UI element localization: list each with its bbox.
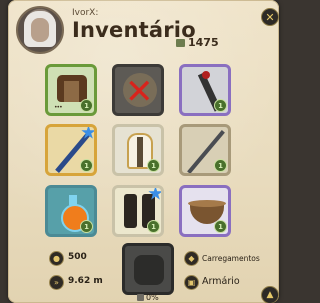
tier-badge: 1 (80, 99, 93, 112)
loadouts-button[interactable]: Carregamentos (202, 254, 260, 263)
speed-icon: » (49, 275, 64, 290)
silver-amount: 500 (68, 252, 87, 262)
inventory-slot-potion[interactable]: 1 (45, 185, 97, 237)
inventory-slot-stew[interactable]: 1 (179, 185, 231, 237)
silver-icon: ● (49, 251, 64, 266)
inventory-slot-boots[interactable]: 1 (112, 185, 164, 237)
tier-badge: 1 (214, 220, 227, 233)
tier-badge: 1 (214, 159, 227, 172)
player-name: IvorX: (72, 8, 99, 18)
tier-badge: 1 (147, 220, 160, 233)
inventory-slot-staff[interactable]: 1 (45, 124, 97, 176)
wardrobe-icon[interactable]: ▣ (184, 275, 199, 290)
scroll-up-button[interactable]: ▲ (261, 286, 279, 303)
inventory-slot-jacket[interactable]: ••• 1 (45, 64, 97, 116)
tier-badge: 1 (80, 220, 93, 233)
speed-value: 9.62 m (68, 276, 103, 286)
tier-badge: 1 (214, 99, 227, 112)
chevron-up-icon: ▲ (266, 290, 274, 300)
inventory-panel: IvorX: Inventário 1475 ✕ ••• 1 ✕ 1 1 1 1… (8, 0, 279, 303)
inventory-slot-dagger[interactable]: 1 (179, 64, 231, 116)
tier-badge: 1 (147, 159, 160, 172)
blocked-icon: ✕ (125, 72, 154, 112)
inventory-slot-blocked[interactable]: ✕ (112, 64, 164, 116)
inventory-slot-spear[interactable]: 1 (179, 124, 231, 176)
weight-icon (176, 39, 185, 47)
wardrobe-button[interactable]: Armário (202, 276, 240, 287)
repair-icon (137, 294, 144, 301)
close-button[interactable]: ✕ (261, 8, 279, 26)
weight-value: 1475 (188, 36, 219, 49)
tier-badge: 1 (80, 159, 93, 172)
bag-slot[interactable] (122, 243, 174, 295)
repair-percent: 0% (146, 293, 159, 302)
quality-dots: ••• (54, 104, 63, 111)
close-icon: ✕ (265, 10, 275, 24)
loadout-icon[interactable]: ◆ (184, 251, 199, 266)
avatar[interactable] (16, 6, 64, 54)
inventory-slot-robe[interactable]: 1 (112, 124, 164, 176)
avatar-face (31, 18, 49, 42)
